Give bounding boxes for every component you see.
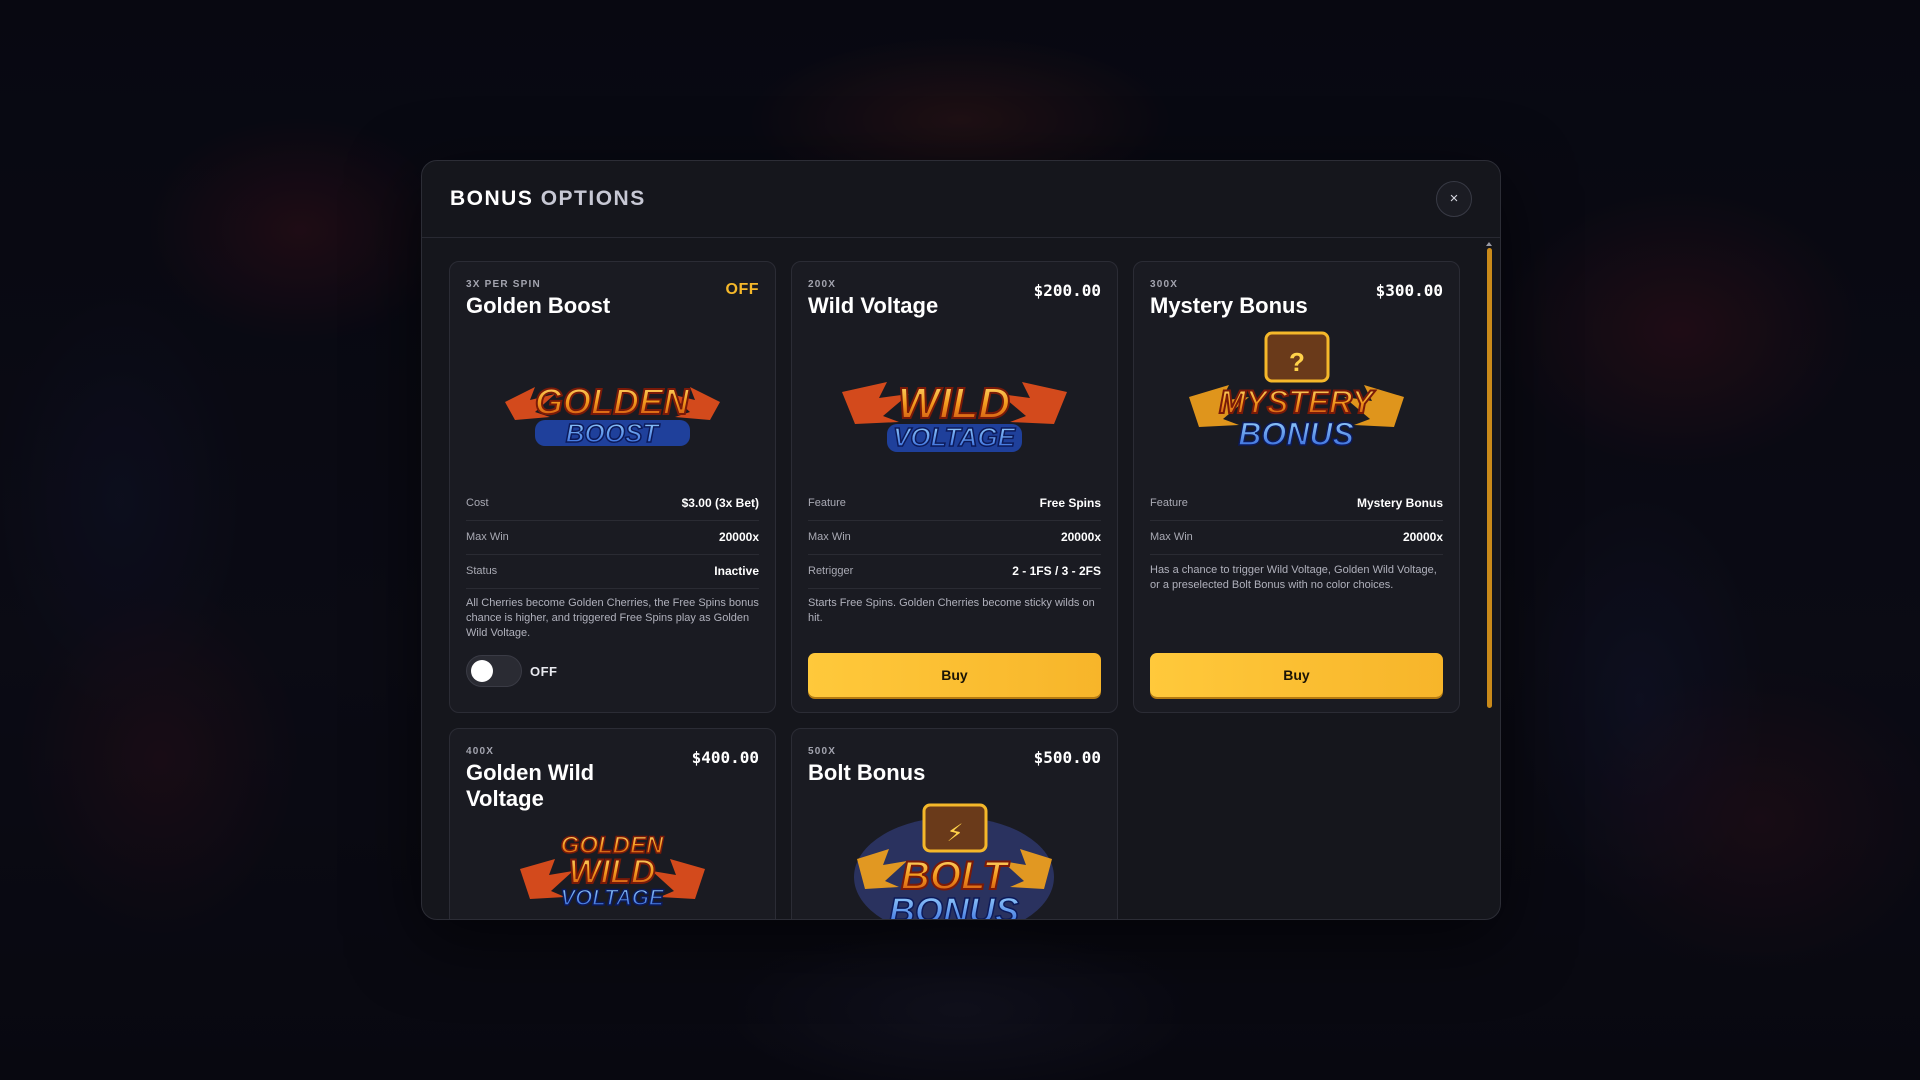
modal-title: BONUS OPTIONS bbox=[450, 187, 646, 211]
card-description: All Cherries become Golden Cherries, the… bbox=[466, 597, 759, 639]
card-title: Wild Voltage bbox=[808, 293, 939, 318]
bonus-card-bolt-bonus: 500X Bolt Bonus $500.00 ⚡ BOLT BONUS bbox=[791, 728, 1118, 919]
card-description: Has a chance to trigger Wild Voltage, Go… bbox=[1150, 564, 1437, 591]
card-details: Feature Mystery Bonus Max Win 20000x bbox=[1150, 487, 1443, 555]
logo-line1: WILD bbox=[898, 379, 1010, 428]
detail-value: 20000x bbox=[718, 530, 759, 544]
modal-title-part2: OPTIONS bbox=[540, 187, 646, 210]
detail-row-max-win: Max Win 20000x bbox=[466, 521, 759, 555]
card-title: Golden Wild Voltage bbox=[466, 760, 595, 811]
golden-boost-toggle[interactable] bbox=[466, 655, 522, 687]
detail-row-retrigger: Retrigger 2 - 1FS / 3 - 2FS bbox=[808, 555, 1101, 589]
mystery-bonus-logo: ? MYSTERY BONUS bbox=[1189, 331, 1404, 453]
modal-header: BONUS OPTIONS × bbox=[422, 161, 1500, 238]
bolt-bonus-logo: ⚡ BOLT BONUS bbox=[854, 803, 1054, 919]
card-description: Starts Free Spins. Golden Cherries becom… bbox=[808, 597, 1095, 624]
detail-row-max-win: Max Win 20000x bbox=[1150, 521, 1443, 555]
card-multiplier-tag: 500X bbox=[808, 746, 837, 757]
detail-row-feature: Feature Free Spins bbox=[808, 487, 1101, 521]
bonus-card-golden-wild-voltage: 400X Golden Wild Voltage $400.00 GOLDEN … bbox=[449, 728, 776, 919]
card-status-badge: OFF bbox=[725, 281, 759, 298]
detail-label: Retrigger bbox=[808, 565, 854, 577]
chest-symbol: ⚡ bbox=[947, 819, 964, 847]
detail-label: Cost bbox=[466, 497, 489, 509]
detail-value: 20000x bbox=[1060, 530, 1101, 544]
detail-row-max-win: Max Win 20000x bbox=[808, 521, 1101, 555]
detail-value: 20000x bbox=[1402, 530, 1443, 544]
toggle-label: OFF bbox=[530, 664, 558, 679]
detail-row-cost: Cost $3.00 (3x Bet) bbox=[466, 487, 759, 521]
card-multiplier-tag: 200X bbox=[808, 279, 837, 290]
card-details: Feature Free Spins Max Win 20000x Retrigge… bbox=[808, 487, 1101, 589]
logo-line1: GOLDEN bbox=[535, 381, 690, 422]
buy-wild-voltage-button[interactable]: Buy bbox=[808, 653, 1101, 697]
detail-label: Max Win bbox=[808, 531, 851, 543]
scrollbar[interactable] bbox=[1487, 248, 1492, 909]
detail-value: 2 - 1FS / 3 - 2FS bbox=[1012, 564, 1101, 578]
detail-value: Mystery Bonus bbox=[1356, 496, 1443, 510]
card-title: Mystery Bonus bbox=[1150, 293, 1308, 318]
logo-line2: BOOST bbox=[566, 418, 661, 448]
detail-row-feature: Feature Mystery Bonus bbox=[1150, 487, 1443, 521]
detail-value: $3.00 (3x Bet) bbox=[681, 496, 759, 510]
logo-line2: BONUS bbox=[1238, 416, 1354, 452]
bonus-list[interactable]: 3X PER SPIN Golden Boost OFF GOLDEN BOOS… bbox=[422, 238, 1500, 919]
bonus-card-wild-voltage: 200X Wild Voltage $200.00 WILD VOLTAGE F… bbox=[791, 261, 1118, 713]
logo-line3: VOLTAGE bbox=[560, 885, 664, 910]
card-title: Bolt Bonus bbox=[808, 760, 926, 785]
buy-mystery-bonus-button[interactable]: Buy bbox=[1150, 653, 1443, 697]
close-button[interactable]: × bbox=[1436, 181, 1472, 217]
detail-label: Feature bbox=[1150, 497, 1188, 509]
logo-line2: VOLTAGE bbox=[893, 422, 1015, 452]
card-details: Cost $3.00 (3x Bet) Max Win 20000x Status I… bbox=[466, 487, 759, 589]
detail-label: Max Win bbox=[466, 531, 509, 543]
logo-line1: MYSTERY bbox=[1219, 384, 1376, 420]
card-price: $200.00 bbox=[1033, 281, 1101, 300]
bonus-card-mystery-bonus: 300X Mystery Bonus $300.00 ? MYSTERY BON… bbox=[1133, 261, 1460, 713]
scrollbar-thumb[interactable] bbox=[1487, 248, 1492, 708]
logo-line2: BONUS bbox=[889, 890, 1019, 919]
detail-label: Feature bbox=[808, 497, 846, 509]
card-price: $400.00 bbox=[691, 748, 759, 767]
wild-voltage-logo: WILD VOLTAGE bbox=[842, 378, 1067, 453]
modal-title-part1: BONUS bbox=[450, 187, 534, 210]
card-multiplier-tag: 400X bbox=[466, 746, 495, 757]
golden-boost-logo: GOLDEN BOOST bbox=[505, 380, 720, 449]
card-title: Golden Boost bbox=[466, 293, 611, 318]
bonus-card-golden-boost: 3X PER SPIN Golden Boost OFF GOLDEN BOOS… bbox=[449, 261, 776, 713]
toggle-knob bbox=[471, 660, 493, 682]
card-multiplier-tag: 3X PER SPIN bbox=[466, 279, 541, 290]
card-multiplier-tag: 300X bbox=[1150, 279, 1179, 290]
detail-label: Status bbox=[466, 565, 498, 577]
detail-value: Free Spins bbox=[1039, 496, 1101, 510]
chest-symbol: ? bbox=[1289, 347, 1305, 377]
detail-row-status: Status Inactive bbox=[466, 555, 759, 589]
scroll-up-arrow-icon[interactable] bbox=[1486, 242, 1492, 246]
card-price: $300.00 bbox=[1375, 281, 1443, 300]
golden-wild-voltage-logo: GOLDEN WILD VOLTAGE bbox=[520, 831, 705, 911]
detail-value: Inactive bbox=[714, 564, 759, 578]
bonus-options-modal: BONUS OPTIONS × 3X PER SPIN Golden Boost… bbox=[421, 160, 1501, 920]
close-icon: × bbox=[1449, 190, 1459, 207]
card-price: $500.00 bbox=[1033, 748, 1101, 767]
detail-label: Max Win bbox=[1150, 531, 1193, 543]
